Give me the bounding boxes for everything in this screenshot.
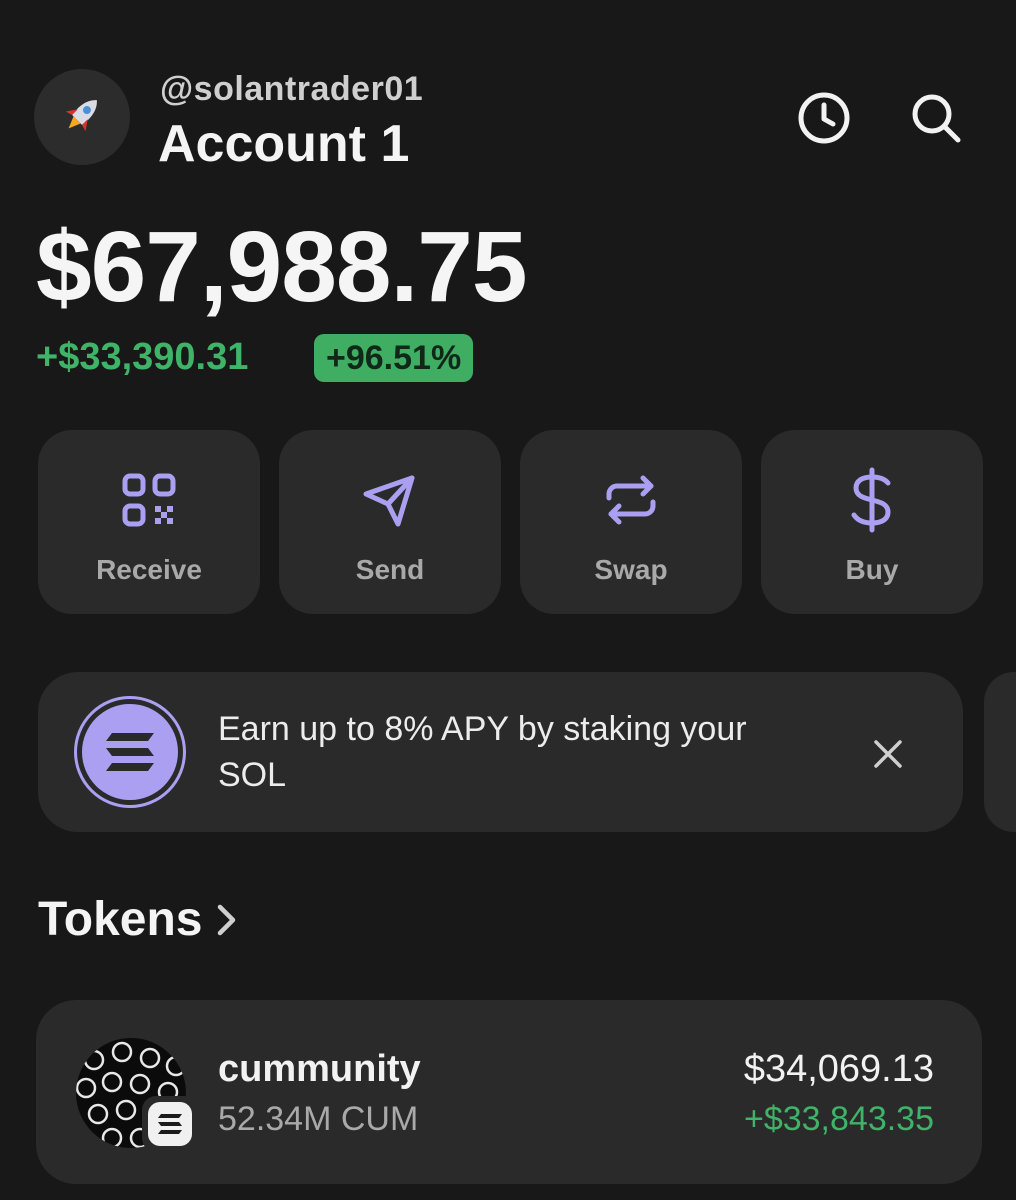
total-balance: $67,988.75 [36, 211, 527, 323]
change-percent-badge: +96.51% [314, 334, 474, 382]
account-name[interactable]: Account 1 [158, 114, 409, 174]
promo-text: Earn up to 8% APY by staking your SOL [218, 710, 747, 794]
tokens-header[interactable]: Tokens [38, 892, 238, 947]
promo-close-button[interactable] [858, 724, 918, 784]
buy-label: Buy [845, 554, 899, 585]
receive-label: Receive [96, 554, 202, 585]
avatar[interactable] [34, 69, 130, 165]
token-change: +$33,843.35 [743, 1100, 934, 1138]
dollar-icon [842, 467, 902, 533]
tokens-title: Tokens [38, 893, 203, 946]
buy-button[interactable]: Buy [761, 430, 983, 614]
send-label: Send [355, 554, 425, 585]
rocket-icon [55, 88, 109, 147]
clock-icon [798, 92, 850, 144]
solana-chain-badge [142, 1096, 198, 1152]
search-icon [912, 94, 961, 143]
swap-icon [601, 468, 661, 532]
send-icon [360, 468, 420, 532]
history-button[interactable] [792, 86, 856, 150]
next-promo-card[interactable] [984, 672, 1016, 832]
send-button[interactable]: Send [279, 430, 501, 614]
token-value: $34,069.13 [743, 1048, 934, 1090]
receive-button[interactable]: Receive [38, 430, 260, 614]
swap-button[interactable]: Swap [520, 430, 742, 614]
swap-label: Swap [594, 554, 668, 585]
chevron-right-icon [216, 903, 238, 937]
balance-change: +$33,390.31 [36, 336, 249, 378]
staking-promo-card[interactable]: Earn up to 8% APY by staking your SOL [38, 672, 963, 832]
search-button[interactable] [904, 86, 968, 150]
account-handle: @solantrader01 [160, 70, 424, 108]
close-icon [874, 740, 902, 768]
token-row[interactable]: cummunity 52.34M CUM $34,069.13 +$33,843… [36, 1000, 982, 1184]
token-name: cummunity [218, 1048, 421, 1090]
qr-code-icon [119, 468, 179, 532]
token-amount: 52.34M CUM [218, 1100, 419, 1138]
solana-icon [74, 696, 186, 808]
